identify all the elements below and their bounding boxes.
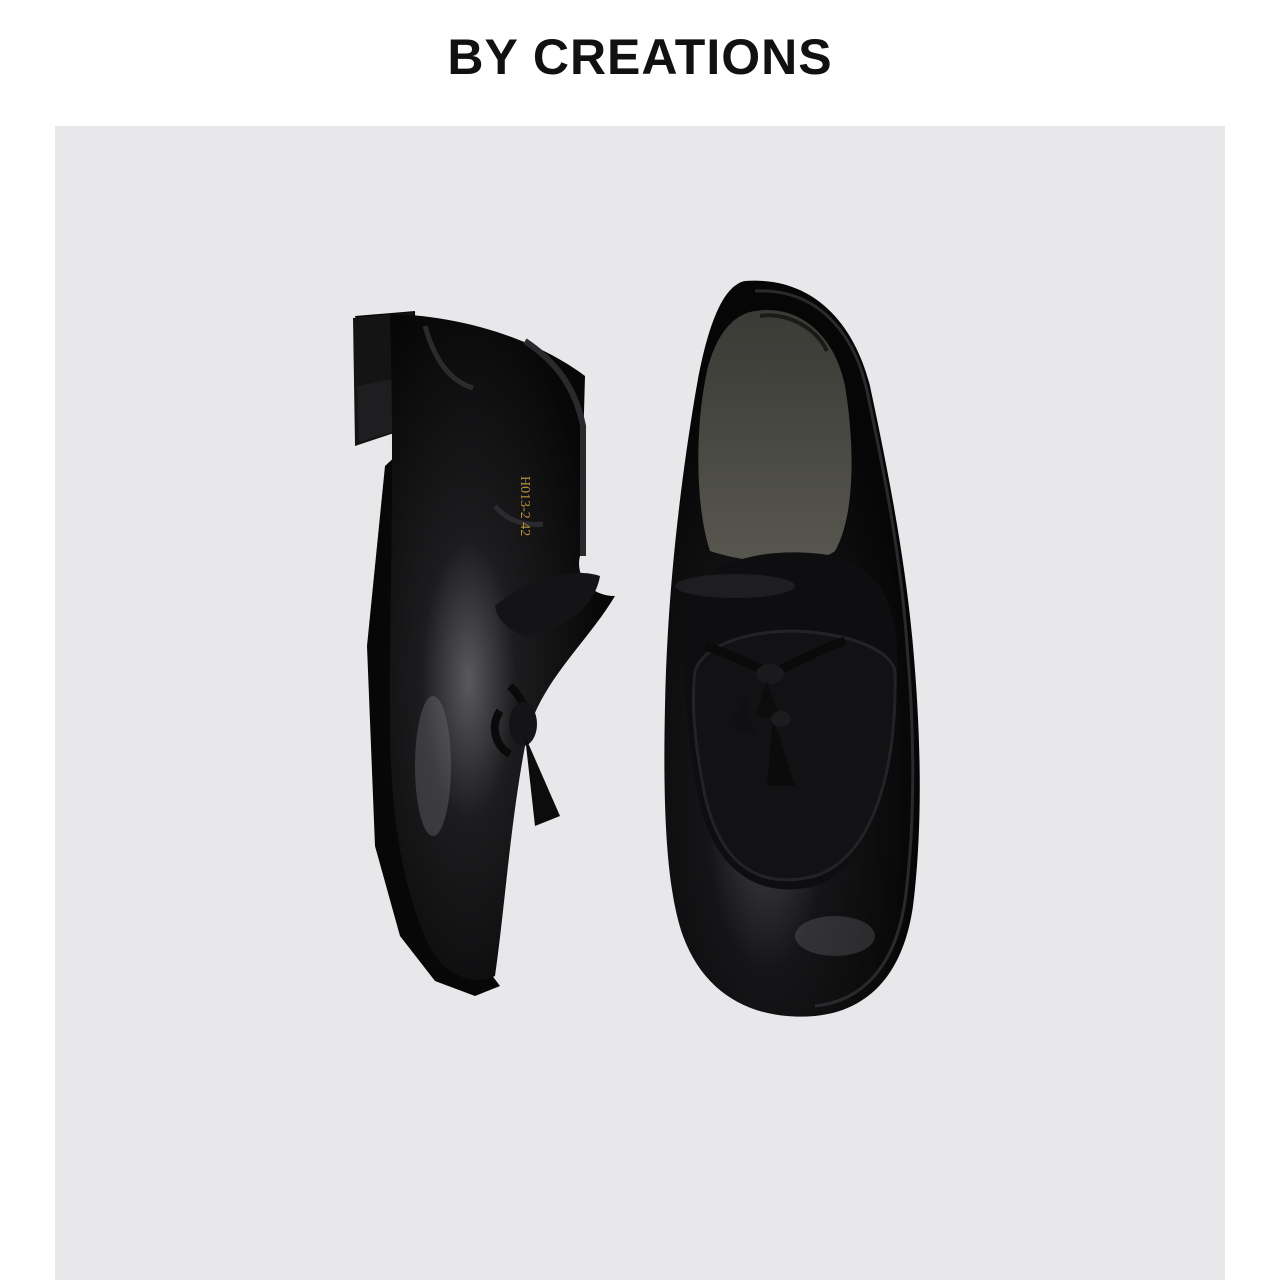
loafers-illustration: H013-2 42 bbox=[353, 280, 920, 1017]
brand-logo: BY CREATIONS bbox=[447, 29, 833, 85]
product-photo: H013-2 42 bbox=[55, 126, 1225, 1280]
left-shoe: H013-2 42 bbox=[353, 311, 615, 996]
insole-print: H013-2 42 bbox=[517, 476, 532, 536]
right-shoe bbox=[664, 280, 920, 1017]
